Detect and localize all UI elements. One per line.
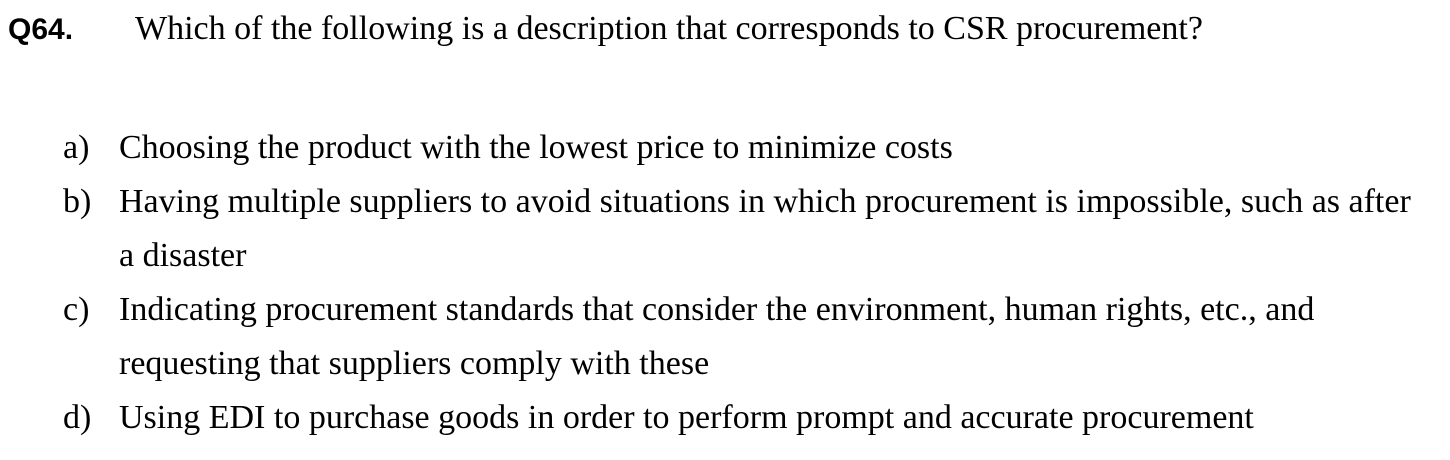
answer-options-list: a) Choosing the product with the lowest … — [63, 121, 1420, 445]
answer-option-d[interactable]: d) Using EDI to purchase goods in order … — [63, 391, 1420, 445]
option-text: Choosing the product with the lowest pri… — [119, 129, 953, 166]
answer-option-a[interactable]: a) Choosing the product with the lowest … — [63, 121, 1420, 175]
question-header: Q64. Which of the following is a descrip… — [8, 10, 1430, 48]
option-letter: b) — [63, 183, 92, 220]
answer-option-c[interactable]: c) Indicating procurement standards that… — [63, 283, 1420, 391]
option-letter: c) — [63, 291, 90, 328]
option-text: Having multiple suppliers to avoid situa… — [119, 183, 1411, 274]
answer-option-b[interactable]: b) Having multiple suppliers to avoid si… — [63, 175, 1420, 283]
option-letter: a) — [63, 129, 90, 166]
option-letter: d) — [63, 399, 92, 436]
question-text: Which of the following is a description … — [135, 10, 1203, 47]
option-text: Using EDI to purchase goods in order to … — [119, 399, 1254, 436]
option-text: Indicating procurement standards that co… — [119, 291, 1315, 382]
question-number: Q64. — [8, 13, 74, 46]
